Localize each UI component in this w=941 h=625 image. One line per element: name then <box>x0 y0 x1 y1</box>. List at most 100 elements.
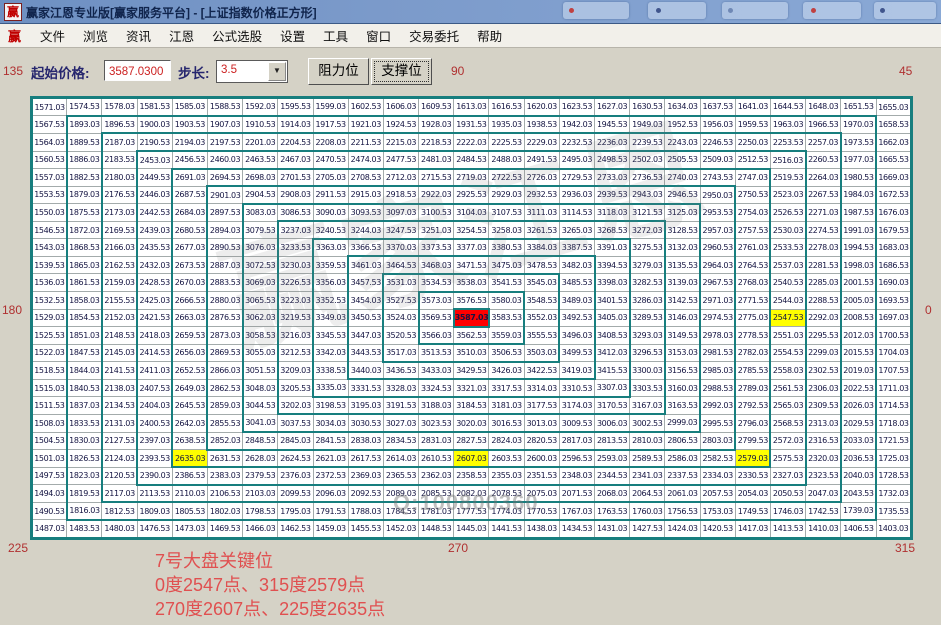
grid-cell[interactable]: 3356.03 <box>313 274 348 292</box>
grid-cell[interactable]: 2166.03 <box>102 239 137 257</box>
grid-cell[interactable]: 3534.53 <box>419 274 454 292</box>
grid-cell[interactable]: 3520.53 <box>383 327 418 345</box>
grid-cell[interactable]: 2054.03 <box>735 485 770 503</box>
grid-cell[interactable]: 1606.03 <box>383 98 418 116</box>
grid-cell[interactable]: 3475.03 <box>489 256 524 274</box>
grid-cell[interactable]: 2236.03 <box>595 133 630 151</box>
grid-cell[interactable]: 2708.53 <box>348 169 383 187</box>
grid-cell[interactable]: 2922.03 <box>419 186 454 204</box>
grid-cell[interactable]: 1403.03 <box>876 520 912 539</box>
grid-cell[interactable]: 2474.03 <box>348 151 383 169</box>
grid-cell[interactable]: 1651.53 <box>841 98 876 116</box>
menu-item-6[interactable]: 工具 <box>314 30 357 44</box>
grid-cell[interactable]: 2568.53 <box>770 414 805 432</box>
grid-cell[interactable]: 3489.03 <box>559 292 594 310</box>
grid-cell[interactable]: 1973.53 <box>841 133 876 151</box>
grid-cell[interactable]: 2974.53 <box>700 309 735 327</box>
grid-cell[interactable]: 2754.03 <box>735 204 770 222</box>
grid-cell[interactable]: 2561.53 <box>770 379 805 397</box>
grid-cell[interactable]: 2897.53 <box>207 204 242 222</box>
grid-cell[interactable]: 3377.03 <box>454 239 489 257</box>
grid-cell[interactable]: 1847.53 <box>67 344 102 362</box>
grid-cell[interactable]: 3506.53 <box>489 344 524 362</box>
grid-cell[interactable]: 1812.53 <box>102 502 137 520</box>
grid-cell[interactable]: 2761.03 <box>735 239 770 257</box>
grid-cell[interactable]: 2533.53 <box>770 239 805 257</box>
grid-cell[interactable]: 3079.53 <box>243 221 278 239</box>
grid-cell[interactable]: 2621.03 <box>313 450 348 468</box>
grid-cell[interactable]: 2313.03 <box>806 414 841 432</box>
grid-cell[interactable]: 3538.03 <box>454 274 489 292</box>
grid-cell[interactable]: 2715.53 <box>419 169 454 187</box>
grid-cell[interactable]: 2215.03 <box>383 133 418 151</box>
grid-cell[interactable]: 2498.53 <box>595 151 630 169</box>
grid-cell[interactable]: 2575.53 <box>770 450 805 468</box>
grid-cell[interactable]: 2705.03 <box>313 169 348 187</box>
grid-cell[interactable]: 2383.03 <box>207 467 242 485</box>
grid-cell[interactable]: 1427.53 <box>630 520 665 539</box>
grid-cell[interactable]: 2407.53 <box>137 379 172 397</box>
grid-cell[interactable]: 2981.53 <box>700 344 735 362</box>
grid-cell[interactable]: 3548.53 <box>524 292 559 310</box>
grid-cell[interactable]: 1837.03 <box>67 397 102 415</box>
grid-cell[interactable]: 1714.53 <box>876 397 912 415</box>
grid-cell[interactable]: 1578.03 <box>102 98 137 116</box>
grid-cell[interactable]: 2596.53 <box>559 450 594 468</box>
grid-cell[interactable]: 2089.03 <box>383 485 418 503</box>
grid-cell[interactable]: 1637.53 <box>700 98 735 116</box>
grid-cell[interactable]: 1980.53 <box>841 169 876 187</box>
grid-cell[interactable]: 1903.53 <box>172 116 207 134</box>
grid-cell[interactable]: 2075.03 <box>524 485 559 503</box>
grid-cell[interactable]: 2131.03 <box>102 414 137 432</box>
grid-cell[interactable]: 2334.03 <box>700 467 735 485</box>
grid-cell[interactable]: 1721.53 <box>876 432 912 450</box>
grid-cell[interactable]: 2890.53 <box>207 239 242 257</box>
grid-cell[interactable]: 2085.53 <box>419 485 454 503</box>
grid-cell[interactable]: 2442.53 <box>137 204 172 222</box>
grid-cell[interactable]: 1469.53 <box>207 520 242 539</box>
grid-cell[interactable]: 2551.03 <box>770 327 805 345</box>
grid-cell[interactable]: 3240.53 <box>313 221 348 239</box>
grid-cell[interactable]: 2022.53 <box>841 379 876 397</box>
grid-cell[interactable]: 1655.03 <box>876 98 912 116</box>
grid-cell[interactable]: 2040.03 <box>841 467 876 485</box>
grid-cell[interactable]: 3202.03 <box>278 397 313 415</box>
menu-item-3[interactable]: 江恩 <box>160 30 203 44</box>
grid-cell[interactable]: 2999.03 <box>665 414 700 432</box>
grid-cell[interactable]: 2008.53 <box>841 309 876 327</box>
grid-cell[interactable]: 3184.53 <box>454 397 489 415</box>
grid-cell[interactable]: 1851.03 <box>67 327 102 345</box>
grid-cell[interactable]: 3559.03 <box>489 327 524 345</box>
grid-cell[interactable]: 1434.53 <box>559 520 594 539</box>
grid-cell[interactable]: 2680.53 <box>172 221 207 239</box>
grid-cell[interactable]: 3555.53 <box>524 327 559 345</box>
grid-cell[interactable]: 1921.03 <box>348 116 383 134</box>
grid-cell[interactable]: 2012.03 <box>841 327 876 345</box>
grid-cell[interactable]: 2421.53 <box>137 309 172 327</box>
grid-cell[interactable]: 2365.53 <box>383 467 418 485</box>
grid-cell[interactable]: 3002.53 <box>630 414 665 432</box>
grid-cell[interactable]: 2033.03 <box>841 432 876 450</box>
grid-cell[interactable]: 2463.53 <box>243 151 278 169</box>
grid-cell[interactable]: 2925.53 <box>454 186 489 204</box>
grid-cell[interactable]: 3107.53 <box>489 204 524 222</box>
grid-cell[interactable]: 1574.53 <box>67 98 102 116</box>
grid-cell[interactable]: 2281.53 <box>806 256 841 274</box>
grid-cell[interactable]: 2288.53 <box>806 292 841 310</box>
grid-cell[interactable]: 2092.53 <box>348 485 383 503</box>
grid-cell[interactable]: 3223.03 <box>278 292 313 310</box>
grid-cell[interactable]: 2817.03 <box>559 432 594 450</box>
grid-cell[interactable]: 1648.03 <box>806 98 841 116</box>
grid-cell[interactable]: 1585.03 <box>172 98 207 116</box>
grid-cell[interactable]: 3142.53 <box>665 292 700 310</box>
grid-cell[interactable]: 2015.53 <box>841 344 876 362</box>
grid-cell[interactable]: 2813.53 <box>595 432 630 450</box>
menu-item-2[interactable]: 资讯 <box>117 30 160 44</box>
grid-cell[interactable]: 3450.53 <box>348 309 383 327</box>
grid-cell[interactable]: 3020.03 <box>454 414 489 432</box>
grid-cell[interactable]: 1676.03 <box>876 204 912 222</box>
grid-cell[interactable]: 3492.53 <box>559 309 594 327</box>
grid-cell[interactable]: 3237.03 <box>278 221 313 239</box>
grid-cell[interactable]: 1518.53 <box>32 362 67 380</box>
grid-cell[interactable]: 1623.53 <box>559 98 594 116</box>
